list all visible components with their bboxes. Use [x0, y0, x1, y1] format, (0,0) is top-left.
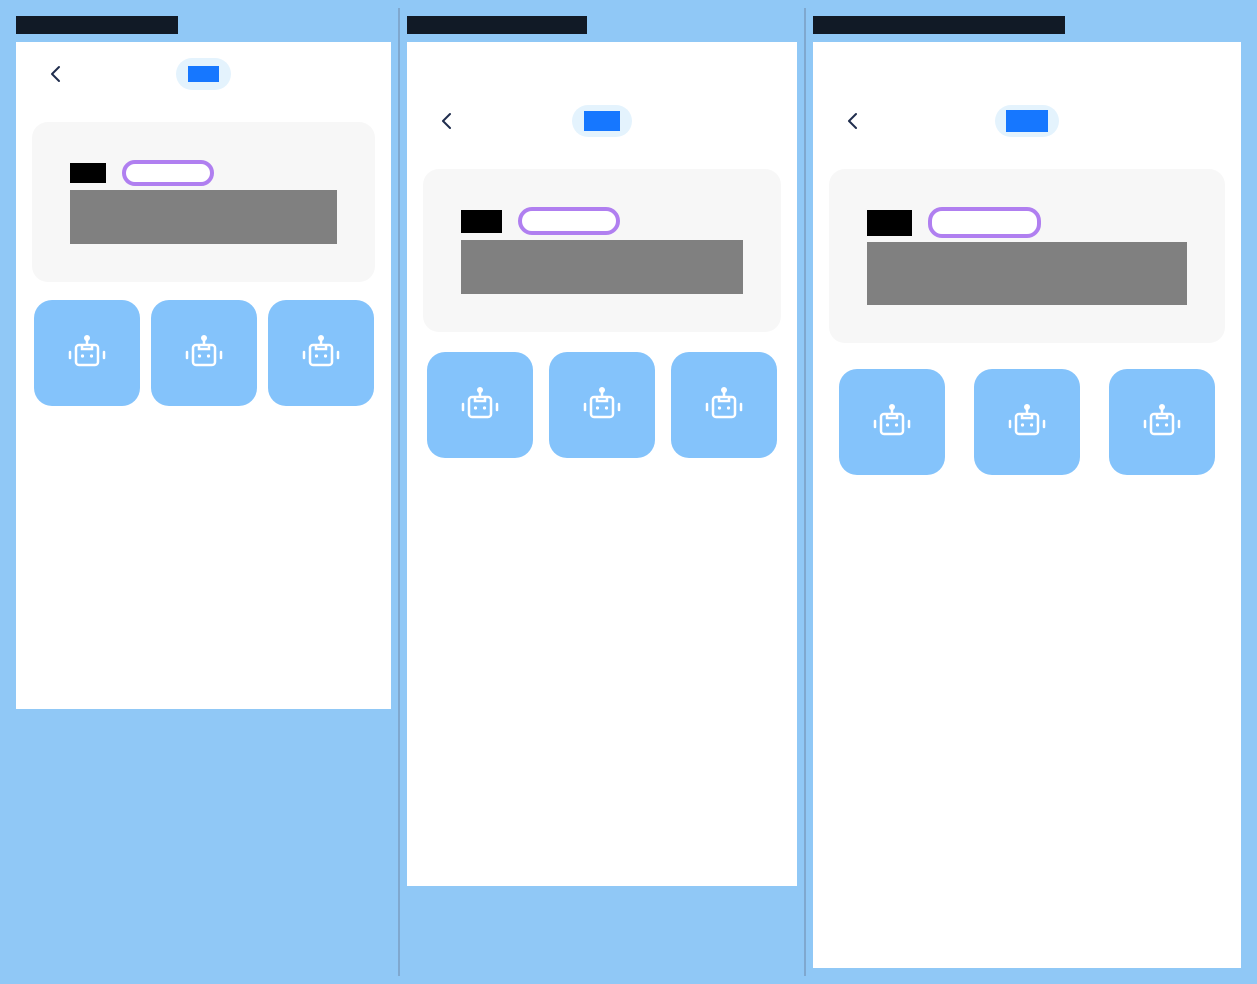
robot-icon — [582, 385, 622, 425]
card-label — [867, 210, 912, 236]
status-tag — [122, 160, 214, 186]
robot-tile[interactable] — [1109, 369, 1215, 475]
robot-icon — [67, 333, 107, 373]
tab-active[interactable] — [176, 58, 231, 90]
phone-screen — [16, 42, 391, 709]
robot-icon — [704, 385, 744, 425]
phone-screen — [407, 42, 797, 886]
robot-icon — [184, 333, 224, 373]
back-button[interactable] — [44, 62, 68, 86]
panel-title — [813, 16, 1065, 34]
panel-title — [16, 16, 178, 34]
robot-tile[interactable] — [268, 300, 374, 406]
robot-tile[interactable] — [839, 369, 945, 475]
robot-tile[interactable] — [34, 300, 140, 406]
robot-tile[interactable] — [974, 369, 1080, 475]
tab-label — [188, 66, 219, 82]
card-description — [461, 240, 743, 294]
info-card — [32, 122, 375, 282]
tab-active[interactable] — [995, 105, 1059, 137]
panel-divider — [398, 8, 400, 976]
info-card — [829, 169, 1225, 343]
panel-title — [407, 16, 587, 34]
back-button[interactable] — [435, 109, 459, 133]
robot-tile[interactable] — [549, 352, 655, 458]
robot-tile[interactable] — [671, 352, 777, 458]
panel-divider — [804, 8, 806, 976]
tab-active[interactable] — [572, 105, 632, 137]
status-tag — [928, 207, 1041, 238]
robot-tile[interactable] — [151, 300, 257, 406]
robot-icon — [1007, 402, 1047, 442]
card-label — [461, 210, 502, 233]
robot-tile[interactable] — [427, 352, 533, 458]
robot-icon — [1142, 402, 1182, 442]
card-description — [70, 190, 337, 244]
card-description — [867, 242, 1187, 305]
back-button[interactable] — [841, 109, 865, 133]
robot-icon — [872, 402, 912, 442]
chevron-left-icon — [51, 66, 60, 82]
tab-label — [584, 111, 620, 131]
chevron-left-icon — [442, 113, 451, 129]
card-label — [70, 163, 106, 183]
tab-label — [1006, 110, 1048, 132]
status-tag — [518, 207, 620, 235]
chevron-left-icon — [848, 113, 857, 129]
robot-icon — [301, 333, 341, 373]
info-card — [423, 169, 781, 332]
robot-icon — [460, 385, 500, 425]
phone-screen — [813, 42, 1241, 968]
